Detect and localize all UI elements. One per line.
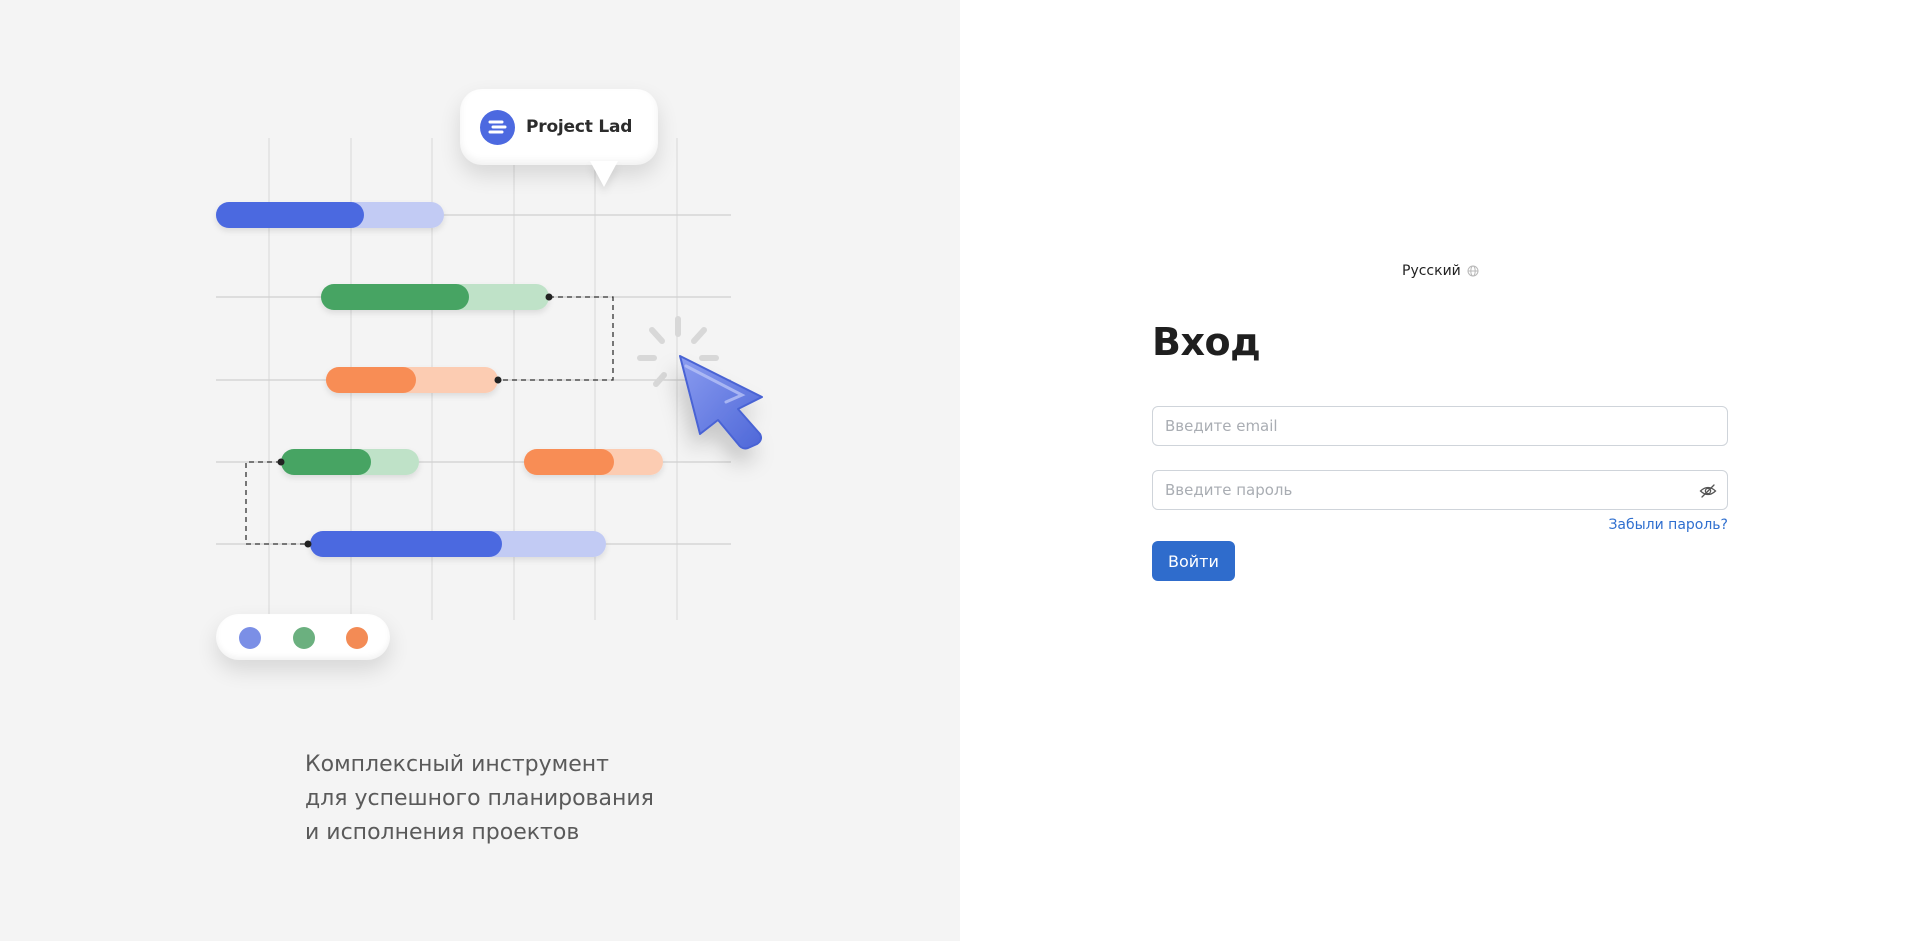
gantt-bar-blue-2 <box>310 531 606 557</box>
color-legend <box>216 614 390 660</box>
legend-dot-green <box>293 627 315 649</box>
language-label: Русский <box>1402 263 1461 279</box>
eye-slash-icon[interactable] <box>1699 482 1717 500</box>
email-input[interactable] <box>1153 407 1727 445</box>
brand-bubble: Project Lad <box>460 89 658 165</box>
gantt-bar-green-1 <box>321 284 549 310</box>
email-field <box>1152 406 1728 446</box>
page: Project Lad Комплексный инструмент для у… <box>0 0 1920 941</box>
gantt-bar-orange-1 <box>326 367 498 393</box>
language-switcher[interactable]: Русский <box>1402 263 1479 279</box>
legend-dot-blue <box>239 627 261 649</box>
brand-logo-icon <box>480 109 515 145</box>
cursor-icon <box>679 355 763 450</box>
brand-name: Project Lad <box>526 117 633 137</box>
promo-panel: Project Lad Комплексный инструмент для у… <box>0 0 960 941</box>
password-input[interactable] <box>1153 471 1727 509</box>
globe-icon <box>1467 265 1479 277</box>
gantt-bar-green-2 <box>281 449 419 475</box>
legend-dot-orange <box>346 627 368 649</box>
promo-tagline: Комплексный инструмент для успешного пла… <box>305 752 654 845</box>
password-field <box>1152 470 1728 510</box>
gantt-dependency-lines <box>245 296 614 545</box>
gantt-bar-orange-2 <box>524 449 663 475</box>
gantt-dependency-dots <box>277 293 553 548</box>
forgot-password-link[interactable]: Забыли пароль? <box>1608 517 1728 533</box>
login-button[interactable]: Войти <box>1152 541 1235 581</box>
page-title: Вход <box>1152 320 1261 364</box>
gantt-bar-blue-1 <box>216 202 444 228</box>
login-panel: Русский Вход Введите email Забыли пароль… <box>960 0 1920 941</box>
